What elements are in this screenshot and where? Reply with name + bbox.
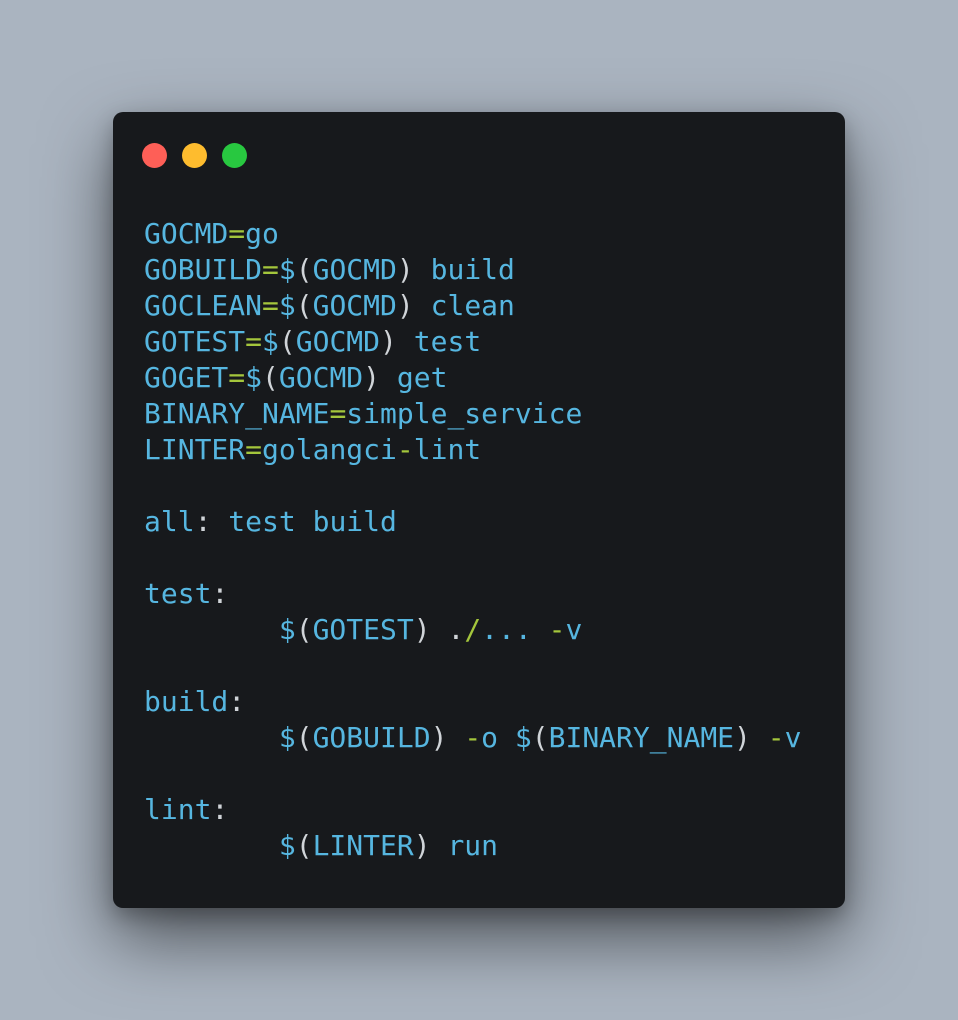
code-token: -	[396, 433, 414, 466]
code-token: )	[363, 361, 397, 394]
code-token: all	[144, 505, 195, 538]
code-token: LINTER	[144, 433, 246, 466]
code-line: LINTER=golangci-lint	[144, 432, 801, 468]
minimize-dot-icon[interactable]	[182, 143, 207, 168]
code-token: lint	[144, 793, 212, 826]
code-token: GOTEST	[144, 325, 246, 358]
code-line: BINARY_NAME=simple_service	[144, 396, 801, 432]
code-token: $	[514, 721, 532, 754]
code-token: get	[396, 361, 448, 394]
code-token: GOCMD	[278, 361, 364, 394]
code-token: $	[245, 361, 263, 394]
code-token: $	[278, 253, 296, 286]
code-token: -	[464, 721, 482, 754]
code-token: )	[734, 721, 768, 754]
code-token: -	[548, 613, 566, 646]
code-token: )	[413, 829, 448, 862]
code-token: (	[295, 829, 313, 862]
code-token: =	[262, 289, 279, 322]
code-token: GOBUILD	[312, 721, 431, 754]
code-token: GOCMD	[295, 325, 381, 358]
code-token: lint	[413, 433, 482, 466]
code-token: )	[396, 289, 431, 322]
code-line: GOBUILD=$(GOCMD) build	[144, 252, 801, 288]
code-token: $	[278, 613, 296, 646]
code-line: GOCMD=go	[144, 216, 801, 252]
code-token: test	[144, 577, 212, 610]
code-token: v	[784, 721, 802, 754]
code-token: =	[262, 253, 279, 286]
code-token: $	[278, 829, 296, 862]
code-token: GOCMD	[312, 289, 397, 322]
code-token: $	[278, 289, 296, 322]
code-token: (	[295, 289, 313, 322]
code-token: GOGET	[144, 361, 229, 394]
code-token: -	[767, 721, 785, 754]
code-token: =	[329, 397, 347, 430]
code-token: (	[295, 721, 313, 754]
code-line: GOGET=$(GOCMD) get	[144, 360, 801, 396]
code-token: ) .	[413, 613, 465, 646]
code-token: build	[430, 253, 515, 286]
code-token: :	[211, 793, 229, 826]
code-line: $(GOBUILD) -o $(BINARY_NAME) -v	[144, 720, 802, 756]
code-line: GOCLEAN=$(GOCMD) clean	[144, 288, 801, 324]
close-dot-icon[interactable]	[142, 143, 167, 168]
code-token: run	[447, 829, 499, 862]
code-token: golangci	[262, 433, 397, 466]
code-line: lint:	[144, 792, 801, 828]
code-token: v	[565, 613, 583, 646]
code-token: )	[430, 721, 465, 754]
code-window: GOCMD=go GOBUILD=$(GOCMD) build GOCLEAN=$(…	[113, 112, 845, 908]
code-token: /	[464, 613, 482, 646]
maximize-dot-icon[interactable]	[222, 143, 247, 168]
code-token: (	[262, 361, 279, 394]
code-token: =	[228, 217, 246, 250]
code-token: o	[481, 721, 515, 754]
code-token: :	[194, 505, 229, 538]
code-token: :	[211, 577, 229, 610]
code-token: $	[262, 325, 279, 358]
code-token: clean	[430, 289, 515, 322]
code-token: ...	[481, 613, 549, 646]
code-token: build	[144, 685, 229, 718]
code-line: $(LINTER) run	[144, 828, 801, 864]
code-token: go	[245, 217, 279, 250]
code-token: (	[295, 613, 313, 646]
code-token: =	[245, 325, 263, 358]
code-token: (	[531, 721, 549, 754]
code-line: $(GOTEST) ./... -v	[144, 612, 801, 648]
code-line: all: test build	[144, 504, 801, 540]
code-token: test build	[228, 505, 397, 538]
code-token: =	[245, 433, 263, 466]
code-token: (	[278, 325, 296, 358]
code-token: test	[413, 325, 482, 358]
code-line: build:	[144, 684, 801, 720]
code-token: BINARY_NAME	[548, 721, 735, 754]
code-token: GOBUILD	[144, 253, 263, 286]
code-token: $	[278, 721, 296, 754]
code-token: )	[380, 325, 414, 358]
code-token: :	[228, 685, 246, 718]
code-token: GOCLEAN	[144, 289, 263, 322]
code-token: (	[295, 253, 313, 286]
code-token: GOCMD	[312, 253, 397, 286]
code-token: LINTER	[312, 829, 414, 862]
code-token: =	[228, 361, 246, 394]
code-token: GOCMD	[144, 217, 229, 250]
code-line: test:	[144, 576, 801, 612]
code-token: simple_service	[346, 397, 583, 430]
code-block: GOCMD=go GOBUILD=$(GOCMD) build GOCLEAN=$(…	[144, 216, 801, 864]
code-line: GOTEST=$(GOCMD) test	[144, 324, 801, 360]
code-token: GOTEST	[312, 613, 414, 646]
code-token: )	[396, 253, 431, 286]
code-token: BINARY_NAME	[144, 397, 330, 430]
